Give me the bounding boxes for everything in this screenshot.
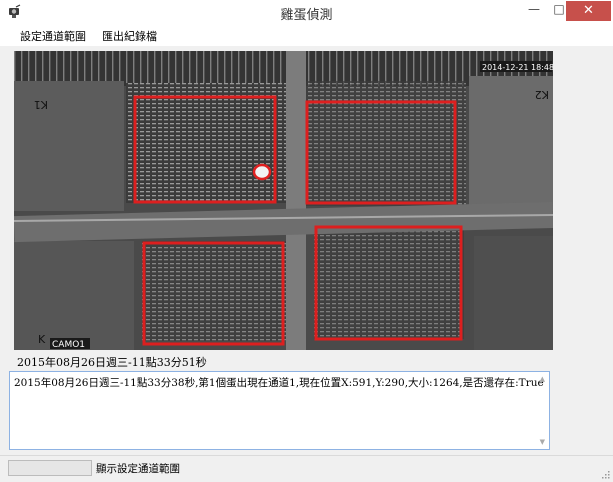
camera-timestamp: 2014-12-21 18:48:33 — [482, 63, 553, 72]
resize-grip-icon[interactable] — [600, 469, 610, 479]
current-datetime: 2015年08月26日週三-11點33分51秒 — [17, 356, 207, 369]
menu-bar: 設定通道範圍 匯出紀錄檔 — [0, 24, 613, 46]
floor-panel-right-bottom — [474, 236, 553, 350]
title-bar[interactable]: 雞蛋偵測 — □ ✕ — [0, 0, 613, 24]
log-entry: 2015年08月26日週三-11點33分38秒,第1個蛋出現在通道1,現在位置X… — [14, 377, 544, 389]
scroll-up-arrow-icon[interactable]: ▲ — [540, 375, 545, 383]
status-message: 顯示設定通道範圍 — [96, 463, 180, 475]
floor-panel-left-bottom — [14, 241, 134, 350]
close-icon[interactable]: ✕ — [566, 1, 611, 21]
menu-item-set-channel-range[interactable]: 設定通道範圍 — [20, 28, 86, 44]
app-window: 雞蛋偵測 — □ ✕ 設定通道範圍 匯出紀錄檔 K1 K2 K 2014-12-… — [0, 0, 613, 482]
status-bar: 顯示設定通道範圍 — [0, 455, 613, 482]
cage-grid-2 — [306, 81, 466, 206]
cage-grid-4 — [314, 229, 464, 339]
floor-panel-left-top — [14, 81, 124, 211]
pen-label-k: K — [38, 333, 46, 346]
camera-label: CAMO1 — [52, 340, 85, 350]
vertical-aisle — [286, 51, 306, 350]
pen-label-k2: K2 — [535, 88, 549, 101]
menu-item-export-log[interactable]: 匯出紀錄檔 — [102, 28, 157, 44]
detection-log-textbox[interactable]: 2015年08月26日週三-11點33分38秒,第1個蛋出現在通道1,現在位置X… — [9, 371, 550, 450]
detected-egg-marker[interactable] — [252, 163, 272, 181]
scroll-down-arrow-icon[interactable]: ▼ — [540, 438, 545, 446]
minimize-icon[interactable]: — — [520, 2, 548, 22]
camera-feed[interactable]: K1 K2 K 2014-12-21 18:48:33 CAMO1 — [14, 51, 553, 350]
pen-label-k1: K1 — [34, 98, 48, 111]
status-progress-bar — [8, 460, 92, 476]
cage-grid-1 — [126, 83, 286, 203]
cage-grid-3 — [142, 241, 290, 341]
